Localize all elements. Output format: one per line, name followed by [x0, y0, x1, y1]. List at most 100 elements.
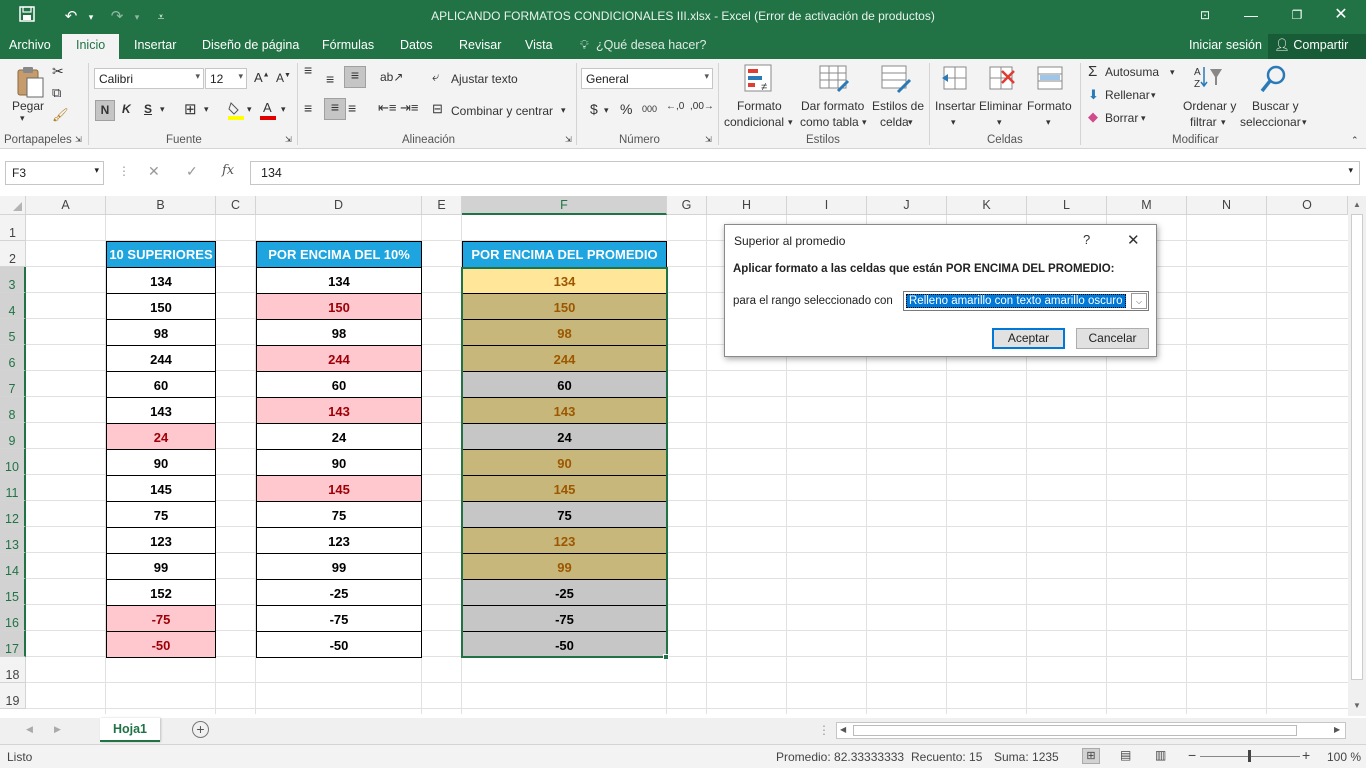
row-header-3[interactable]: 3: [0, 267, 26, 293]
row-header-4[interactable]: 4: [0, 293, 26, 319]
cell-b5[interactable]: 98: [106, 319, 216, 346]
table-header-b[interactable]: 10 SUPERIORES: [106, 241, 216, 268]
cell-b13[interactable]: 123: [106, 527, 216, 554]
chevron-down-icon[interactable]: ▾: [561, 105, 566, 116]
conditional-format-icon[interactable]: ≠: [743, 63, 777, 95]
tab-revisar[interactable]: Revisar: [459, 38, 501, 52]
tab-archivo[interactable]: Archivo: [9, 38, 51, 52]
table-header-f[interactable]: POR ENCIMA DEL PROMEDIO: [462, 241, 667, 268]
insert-cells-button[interactable]: Insertar: [935, 99, 976, 113]
column-header-k[interactable]: K: [947, 196, 1027, 215]
increase-indent-icon[interactable]: ⇥≡: [400, 100, 418, 116]
percent-button[interactable]: %: [620, 101, 632, 117]
close-button[interactable]: ✕: [1318, 0, 1364, 30]
conditional-format-label-1[interactable]: Formato: [737, 99, 782, 113]
column-header-e[interactable]: E: [422, 196, 462, 215]
row-header-6[interactable]: 6: [0, 345, 26, 371]
cell-d14[interactable]: 99: [256, 553, 422, 580]
maximize-button[interactable]: ❐: [1274, 0, 1320, 30]
tab-diseno[interactable]: Diseño de página: [202, 38, 299, 52]
insert-cells-icon[interactable]: [940, 63, 974, 95]
name-box[interactable]: F3 ▾: [5, 161, 104, 185]
row-header-17[interactable]: 17: [0, 631, 26, 657]
format-cells-button[interactable]: Formato: [1027, 99, 1072, 113]
row-header-10[interactable]: 10: [0, 449, 26, 475]
cell-d17[interactable]: -50: [256, 631, 422, 658]
tab-datos[interactable]: Datos: [400, 38, 433, 52]
format-painter-icon[interactable]: 🖌︎: [52, 107, 69, 123]
chevron-down-icon[interactable]: ▾: [788, 117, 793, 128]
cell-d13[interactable]: 123: [256, 527, 422, 554]
eraser-icon[interactable]: ◆: [1088, 109, 1098, 125]
column-header-n[interactable]: N: [1187, 196, 1267, 215]
column-header-h[interactable]: H: [707, 196, 787, 215]
dialog-launcher-icon[interactable]: ⇲: [565, 135, 572, 144]
format-as-table-icon[interactable]: [818, 63, 852, 95]
cell-b6[interactable]: 244: [106, 345, 216, 372]
underline-button[interactable]: S: [144, 102, 152, 116]
add-sheet-icon[interactable]: +: [192, 721, 209, 738]
align-left-icon[interactable]: ≡: [304, 100, 312, 116]
merge-center-button[interactable]: Combinar y centrar: [451, 104, 553, 118]
cell-b3[interactable]: 134: [106, 267, 216, 294]
borders-icon[interactable]: ⊞: [184, 100, 197, 118]
font-size-select[interactable]: 12 ▾: [205, 68, 247, 89]
chevron-down-icon[interactable]: ▾: [862, 117, 867, 128]
cell-styles-button[interactable]: celda: [880, 115, 909, 129]
copy-icon[interactable]: ⧉: [52, 85, 61, 101]
chevron-down-icon[interactable]: ▾: [1221, 117, 1226, 128]
row-header-2[interactable]: 2: [0, 241, 26, 267]
autosum-icon[interactable]: Σ: [1088, 63, 1097, 80]
chevron-down-icon[interactable]: ▾: [160, 104, 165, 115]
column-header-g[interactable]: G: [667, 196, 707, 215]
align-right-icon[interactable]: ≡: [348, 100, 356, 116]
sign-in-link[interactable]: Iniciar sesión: [1189, 38, 1262, 52]
row-header-9[interactable]: 9: [0, 423, 26, 449]
chevron-down-icon[interactable]: ▾: [997, 117, 1002, 128]
next-sheet-icon[interactable]: ▶: [54, 724, 61, 735]
fill-color-icon[interactable]: [228, 99, 244, 121]
find-select-button[interactable]: seleccionar: [1240, 115, 1301, 129]
ok-button[interactable]: Aceptar: [992, 328, 1065, 349]
decrease-decimal-icon[interactable]: ,00→: [690, 101, 714, 112]
column-header-m[interactable]: M: [1107, 196, 1187, 215]
cell-d12[interactable]: 75: [256, 501, 422, 528]
chevron-down-icon[interactable]: ▾: [1170, 67, 1175, 78]
column-header-o[interactable]: O: [1267, 196, 1348, 215]
cancel-button[interactable]: Cancelar: [1076, 328, 1149, 349]
chevron-down-icon[interactable]: ▾: [204, 104, 209, 115]
insert-function-icon[interactable]: fx: [222, 163, 234, 178]
paste-button[interactable]: Pegar: [12, 99, 44, 113]
shrink-font-icon[interactable]: A▼: [276, 71, 291, 85]
align-middle-icon[interactable]: ≡: [326, 71, 334, 87]
scroll-thumb[interactable]: [1351, 214, 1363, 680]
conditional-format-button[interactable]: condicional: [724, 115, 784, 129]
ribbon-display-icon[interactable]: ⊡: [1182, 0, 1228, 30]
minimize-button[interactable]: —: [1228, 0, 1274, 30]
column-header-i[interactable]: I: [787, 196, 867, 215]
formula-input[interactable]: 134 ▾: [250, 161, 1360, 185]
row-header-16[interactable]: 16: [0, 605, 26, 631]
cell-d3[interactable]: 134: [256, 267, 422, 294]
row-header-15[interactable]: 15: [0, 579, 26, 605]
enter-icon[interactable]: ✓: [186, 163, 198, 180]
cell-b11[interactable]: 145: [106, 475, 216, 502]
chevron-down-icon[interactable]: ▾: [1046, 117, 1051, 128]
row-header-8[interactable]: 8: [0, 397, 26, 423]
cell-d15[interactable]: -25: [256, 579, 422, 606]
row-header-19[interactable]: 19: [0, 683, 26, 709]
column-header-f[interactable]: F: [462, 196, 667, 215]
collapse-ribbon-icon[interactable]: ⌃: [1351, 135, 1359, 146]
cell-b9[interactable]: 24: [106, 423, 216, 450]
sort-filter-icon[interactable]: AZ: [1192, 63, 1226, 95]
chevron-down-icon[interactable]: ▾: [1141, 113, 1146, 124]
table-header-d[interactable]: POR ENCIMA DEL 10%: [256, 241, 422, 268]
share-button[interactable]: 👤︎ Compartir: [1268, 34, 1366, 59]
tab-insertar[interactable]: Insertar: [134, 38, 176, 52]
cell-b17[interactable]: -50: [106, 631, 216, 658]
format-as-table-button[interactable]: como tabla: [800, 115, 859, 129]
chevron-down-icon[interactable]: ⌵: [1131, 293, 1147, 309]
column-header-a[interactable]: A: [26, 196, 106, 215]
chevron-down-icon[interactable]: ▾: [604, 105, 609, 116]
paste-icon[interactable]: [12, 65, 46, 98]
